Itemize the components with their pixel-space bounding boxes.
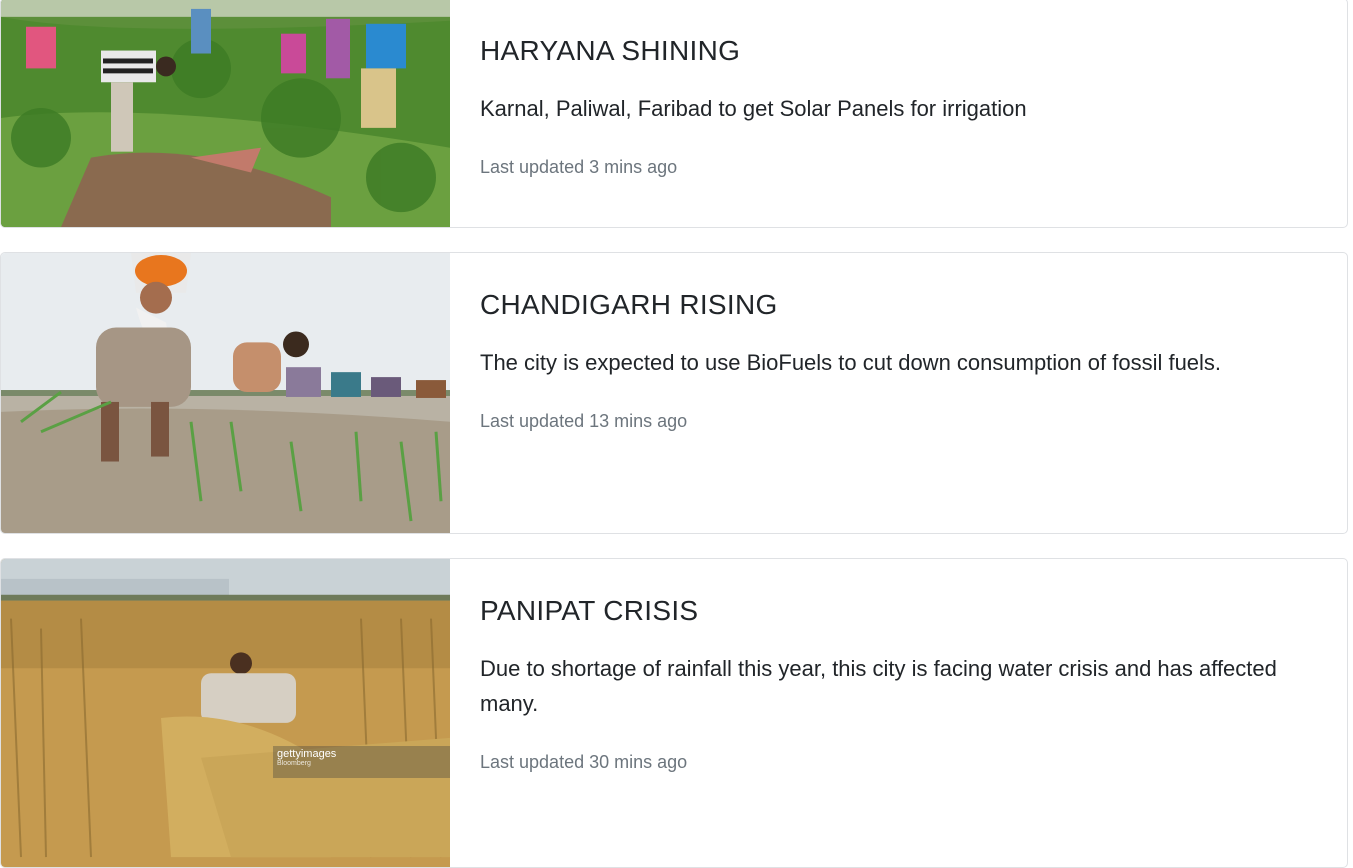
card-text: Due to shortage of rainfall this year, t… [480, 656, 1277, 716]
getty-watermark: gettyimages Bloomberg [273, 746, 450, 778]
card-title[interactable]: HARYANA SHINING [480, 35, 740, 67]
card-text: The city is expected to use BioFuels to … [480, 350, 1222, 375]
last-updated-text: Last updated 3 mins ago [480, 157, 678, 177]
card-image-carrot-harvest [1, 0, 450, 227]
card-text: Karnal, Paliwal, Faribad to get Solar Pa… [480, 96, 1027, 121]
last-updated-text: Last updated 30 mins ago [480, 752, 688, 772]
card-image-wheat-harvest: gettyimages Bloomberg [1, 559, 450, 867]
news-card[interactable]: gettyimages Bloomberg PANIPAT CRISIS Due… [0, 558, 1348, 868]
watermark-subtext: Bloomberg [277, 760, 311, 767]
card-title[interactable]: PANIPAT CRISIS [480, 595, 698, 627]
news-card[interactable]: CHANDIGARH RISING The city is expected t… [0, 252, 1348, 534]
card-image-rice-planting [1, 253, 450, 533]
last-updated-text: Last updated 13 mins ago [480, 411, 688, 431]
watermark-text: gettyimages [277, 748, 337, 760]
news-card[interactable]: HARYANA SHINING Karnal, Paliwal, Faribad… [0, 0, 1348, 228]
card-title[interactable]: CHANDIGARH RISING [480, 289, 778, 321]
